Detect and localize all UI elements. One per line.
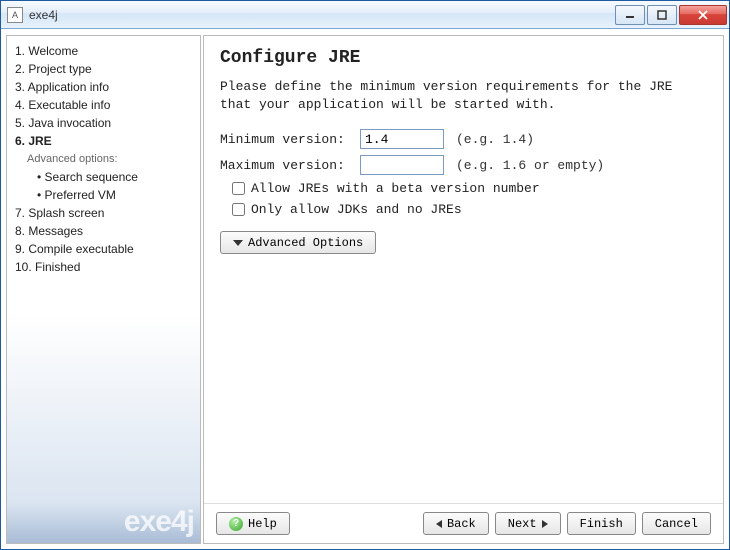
only-jdk-label: Only allow JDKs and no JREs (251, 202, 462, 217)
finish-button[interactable]: Finish (567, 512, 636, 535)
cancel-button-label: Cancel (655, 517, 698, 531)
help-button-label: Help (248, 517, 277, 531)
wizard-step[interactable]: 4. Executable info (11, 96, 196, 114)
main-panel: Configure JRE Please define the minimum … (203, 35, 724, 544)
next-button[interactable]: Next (495, 512, 561, 535)
maximize-icon (657, 10, 667, 20)
help-button[interactable]: ? Help (216, 512, 290, 535)
wizard-step[interactable]: 3. Application info (11, 78, 196, 96)
min-version-row: Minimum version: (e.g. 1.4) (220, 129, 707, 149)
window-controls (615, 5, 727, 25)
only-jdk-row: Only allow JDKs and no JREs (220, 202, 707, 217)
advanced-option-item[interactable]: • Preferred VM (11, 186, 196, 204)
back-button-label: Back (447, 517, 476, 531)
wizard-step[interactable]: 1. Welcome (11, 42, 196, 60)
wizard-step[interactable]: 7. Splash screen (11, 204, 196, 222)
wizard-step[interactable]: 8. Messages (11, 222, 196, 240)
wizard-step[interactable]: 6. JRE (11, 132, 196, 150)
advanced-options-button[interactable]: Advanced Options (220, 231, 376, 254)
max-version-row: Maximum version: (e.g. 1.6 or empty) (220, 155, 707, 175)
wizard-step[interactable]: 2. Project type (11, 60, 196, 78)
back-arrow-icon (436, 520, 442, 528)
chevron-down-icon (233, 240, 243, 246)
minimize-icon (625, 10, 635, 20)
min-version-label: Minimum version: (220, 132, 360, 147)
window-title: exe4j (29, 8, 615, 22)
help-icon: ? (229, 517, 243, 531)
next-arrow-icon (542, 520, 548, 528)
wizard-step[interactable]: 5. Java invocation (11, 114, 196, 132)
page-description: Please define the minimum version requir… (220, 78, 707, 113)
allow-beta-label: Allow JREs with a beta version number (251, 181, 540, 196)
app-icon: A (7, 7, 23, 23)
cancel-button[interactable]: Cancel (642, 512, 711, 535)
back-button[interactable]: Back (423, 512, 489, 535)
titlebar: A exe4j (1, 1, 729, 29)
sidebar: 1. Welcome2. Project type3. Application … (6, 35, 201, 544)
min-version-hint: (e.g. 1.4) (456, 132, 534, 147)
main-body: Configure JRE Please define the minimum … (204, 36, 723, 503)
content-area: 1. Welcome2. Project type3. Application … (1, 29, 729, 549)
advanced-option-item[interactable]: • Search sequence (11, 168, 196, 186)
wizard-step[interactable]: 10. Finished (11, 258, 196, 276)
footer: ? Help Back Next Finish Cancel (204, 503, 723, 543)
max-version-label: Maximum version: (220, 158, 360, 173)
allow-beta-row: Allow JREs with a beta version number (220, 181, 707, 196)
finish-button-label: Finish (580, 517, 623, 531)
minimize-button[interactable] (615, 5, 645, 25)
next-button-label: Next (508, 517, 537, 531)
min-version-input[interactable] (360, 129, 444, 149)
wizard-step[interactable]: 9. Compile executable (11, 240, 196, 258)
close-button[interactable] (679, 5, 727, 25)
only-jdk-checkbox[interactable] (232, 203, 245, 216)
advanced-options-label: Advanced options: (11, 150, 196, 168)
maximize-button[interactable] (647, 5, 677, 25)
close-icon (697, 10, 709, 20)
advanced-options-wrap: Advanced Options (220, 231, 707, 254)
max-version-input[interactable] (360, 155, 444, 175)
page-title: Configure JRE (220, 48, 707, 68)
allow-beta-checkbox[interactable] (232, 182, 245, 195)
brand-watermark: exe4j (124, 505, 194, 539)
advanced-options-button-label: Advanced Options (248, 236, 363, 250)
app-window: A exe4j 1. Welcome2. Project type3. Appl… (0, 0, 730, 550)
max-version-hint: (e.g. 1.6 or empty) (456, 158, 604, 173)
